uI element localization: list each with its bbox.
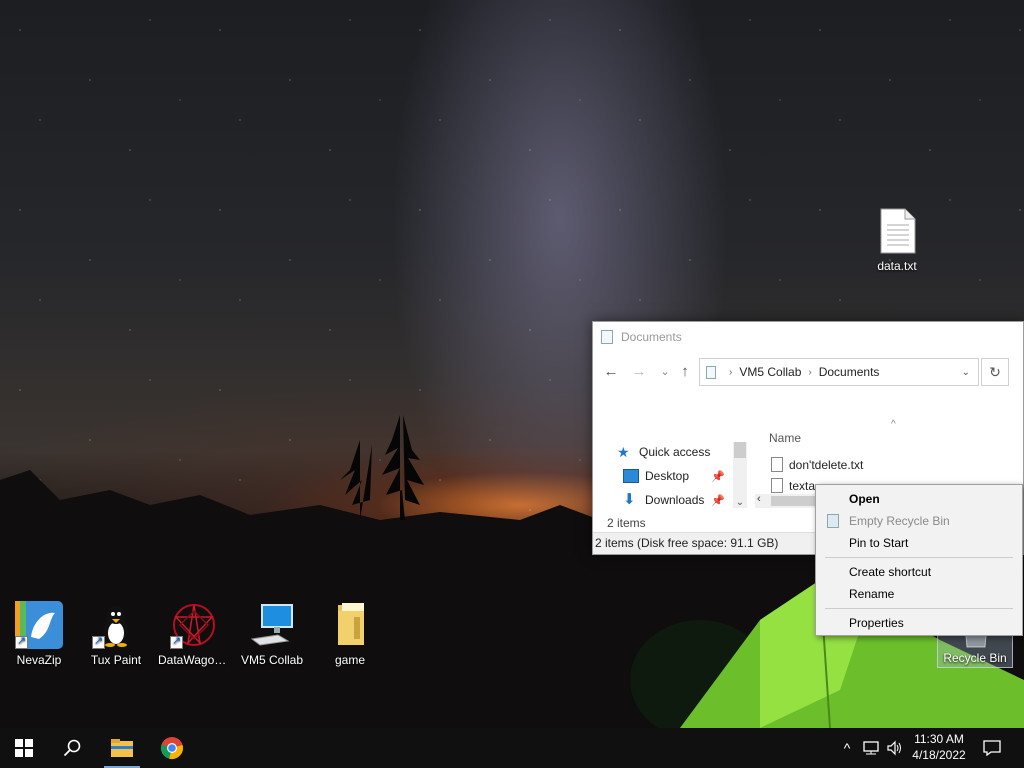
breadcrumb-vm5-collab[interactable]: VM5 Collab bbox=[739, 365, 801, 379]
chrome-icon bbox=[160, 737, 183, 759]
menu-item-pin-to-start[interactable]: Pin to Start bbox=[816, 532, 1022, 554]
menu-separator bbox=[825, 608, 1013, 609]
navigation-bar: ← → ⌄ ↑ › VM5 Collab › Documents ⌄ ↻ bbox=[593, 358, 1023, 386]
file-name: texta bbox=[789, 478, 816, 493]
nevazip-bird-icon bbox=[15, 601, 63, 649]
navigation-pane: ★ Quick access Desktop 📌 ⬇ Downloads 📌 bbox=[593, 425, 749, 509]
refresh-button[interactable]: ↻ bbox=[981, 358, 1009, 386]
desktop-icon-label: data.txt bbox=[877, 259, 917, 273]
file-name: don'tdelete.txt bbox=[789, 457, 864, 472]
start-button[interactable] bbox=[0, 728, 48, 768]
address-bar[interactable]: › VM5 Collab › Documents ⌄ bbox=[699, 358, 979, 386]
desktop-icon bbox=[623, 469, 639, 483]
download-icon: ⬇ bbox=[623, 491, 636, 508]
shortcut-arrow-icon bbox=[15, 634, 28, 649]
desktop-icon-tux-paint[interactable]: Tux Paint bbox=[78, 601, 154, 667]
documents-icon bbox=[601, 330, 613, 344]
nav-item-quick-access[interactable]: ★ Quick access bbox=[617, 441, 710, 463]
nav-item-desktop[interactable]: Desktop 📌 bbox=[623, 465, 733, 487]
desktop-icon-label: Tux Paint bbox=[90, 653, 142, 667]
nav-item-label: Quick access bbox=[639, 445, 711, 459]
taskbar-chrome[interactable] bbox=[148, 728, 196, 768]
menu-item-open[interactable]: Open bbox=[816, 488, 1022, 510]
pin-icon: 📌 bbox=[711, 470, 725, 483]
documents-icon bbox=[706, 365, 716, 379]
desktop-icon-nevazip[interactable]: NevaZip bbox=[1, 601, 77, 667]
context-menu: Open Empty Recycle Bin Pin to Start Crea… bbox=[815, 484, 1023, 636]
taskbar-file-explorer[interactable] bbox=[98, 728, 146, 768]
nav-item-downloads[interactable]: ⬇ Downloads 📌 bbox=[623, 489, 733, 511]
desktop-icon-data-txt[interactable]: data.txt bbox=[859, 207, 935, 273]
desktop-icon-vm5-collab[interactable]: VM5 Collab bbox=[234, 601, 310, 667]
star-icon: ★ bbox=[617, 444, 630, 460]
forward-button[interactable]: → bbox=[629, 362, 649, 382]
network-icon bbox=[863, 741, 879, 755]
menu-item-create-shortcut[interactable]: Create shortcut bbox=[816, 561, 1022, 583]
window-title: Documents bbox=[621, 330, 682, 344]
file-explorer-icon bbox=[111, 739, 133, 757]
menu-item-rename[interactable]: Rename bbox=[816, 583, 1022, 605]
desktop-icon-label: Recycle Bin bbox=[943, 651, 1007, 665]
search-button[interactable] bbox=[48, 728, 96, 768]
column-header-name[interactable]: Name bbox=[769, 431, 801, 445]
clock[interactable]: 11:30 AM 4/18/2022 bbox=[905, 731, 973, 763]
file-row[interactable]: don'tdelete.txt bbox=[771, 457, 863, 472]
clock-date: 4/18/2022 bbox=[912, 748, 966, 762]
text-file-icon bbox=[771, 478, 783, 493]
shortcut-arrow-icon bbox=[92, 634, 105, 649]
chevron-up-icon: ^ bbox=[843, 740, 851, 756]
chevron-down-icon[interactable]: ⌄ bbox=[734, 497, 746, 508]
nav-pane-scrollbar[interactable]: ⌄ bbox=[733, 442, 747, 508]
breadcrumb-documents[interactable]: Documents bbox=[819, 365, 880, 379]
folder-icon bbox=[326, 601, 374, 649]
menu-item-empty-recycle-bin[interactable]: Empty Recycle Bin bbox=[816, 510, 1022, 532]
back-button[interactable]: ← bbox=[601, 362, 621, 382]
clock-time: 11:30 AM bbox=[914, 732, 964, 746]
tux-penguin-icon bbox=[92, 601, 140, 649]
chevron-left-icon[interactable]: ‹ bbox=[757, 493, 761, 505]
text-file-icon bbox=[873, 207, 921, 255]
breadcrumb-separator-icon: › bbox=[808, 366, 812, 378]
action-center-button[interactable] bbox=[980, 728, 1004, 768]
file-row[interactable]: texta bbox=[771, 478, 815, 493]
datawagon-star-icon bbox=[170, 601, 218, 649]
shortcut-arrow-icon bbox=[170, 634, 183, 649]
menu-item-properties[interactable]: Properties bbox=[816, 612, 1022, 634]
recent-locations-button[interactable]: ⌄ bbox=[655, 362, 675, 382]
action-center-icon bbox=[983, 740, 1001, 756]
desktop-icon-label: NevaZip bbox=[16, 653, 62, 667]
pin-icon: 📌 bbox=[711, 494, 725, 507]
nav-item-label: Desktop bbox=[645, 469, 690, 483]
window-titlebar[interactable]: Documents bbox=[593, 322, 1023, 352]
desktop-icon-game[interactable]: game bbox=[312, 601, 388, 667]
breadcrumb-separator-icon: › bbox=[729, 366, 733, 378]
desktop-icon-label: game bbox=[334, 653, 366, 667]
desktop-icon-datawagon[interactable]: DataWagon... bbox=[156, 601, 232, 667]
scrollbar-thumb[interactable] bbox=[734, 442, 746, 458]
show-hidden-icons-button[interactable]: ^ bbox=[838, 728, 856, 768]
item-count: 2 items bbox=[607, 516, 646, 530]
menu-separator bbox=[825, 557, 1013, 558]
nav-item-label: Downloads bbox=[645, 493, 705, 507]
start-icon bbox=[15, 739, 33, 757]
desktop-icon-label: VM5 Collab bbox=[240, 653, 304, 667]
computer-icon bbox=[248, 601, 296, 649]
recycle-bin-icon bbox=[827, 514, 839, 528]
taskbar: ^ 11:30 AM 4/18/2022 bbox=[0, 728, 1024, 768]
desktop-icon-label: DataWagon... bbox=[158, 653, 231, 667]
chevron-down-icon[interactable]: ⌄ bbox=[962, 367, 970, 378]
text-file-icon bbox=[771, 457, 783, 472]
volume-icon bbox=[887, 740, 901, 756]
up-button[interactable]: ↑ bbox=[675, 362, 695, 382]
network-button[interactable] bbox=[860, 728, 882, 768]
menu-item-label: Empty Recycle Bin bbox=[849, 514, 950, 528]
volume-button[interactable] bbox=[884, 728, 906, 768]
sort-ascending-icon: ^ bbox=[891, 419, 896, 430]
search-icon bbox=[63, 739, 81, 757]
